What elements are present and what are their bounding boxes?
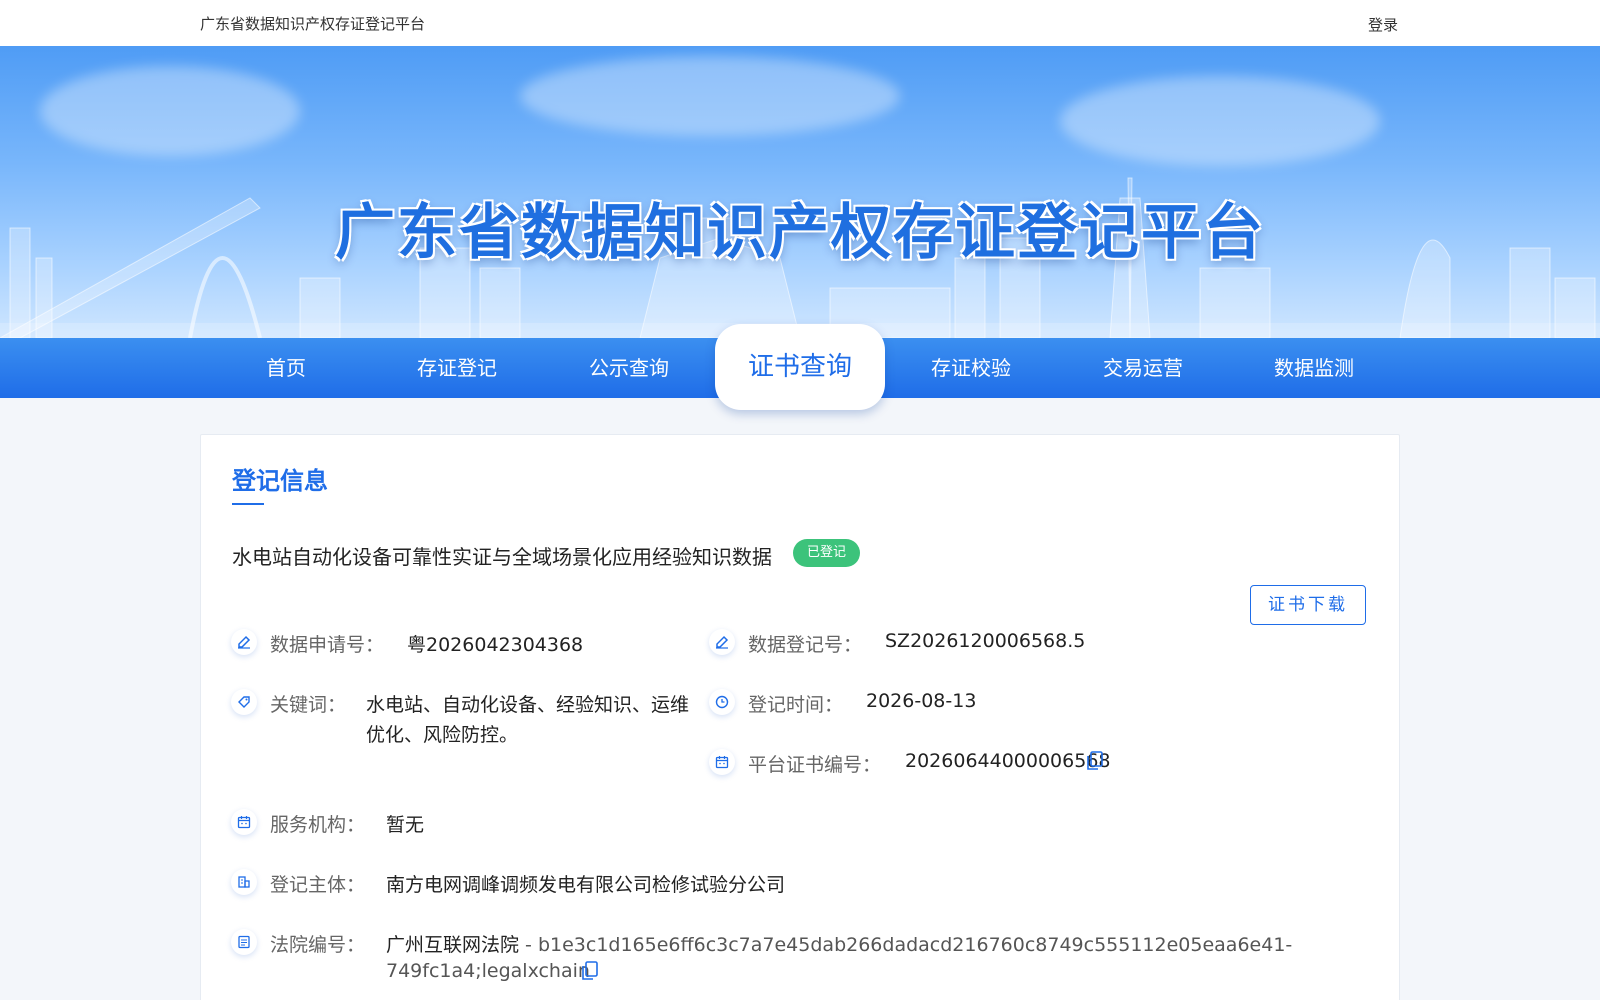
nav-item-certificate-query[interactable]: 证书查询 (715, 324, 885, 410)
field-value: 粤2026042304368 (407, 634, 584, 656)
field-label: 数据申请号： (270, 634, 385, 656)
field-value: 暂无 (386, 814, 425, 836)
nav-item-deposit-registration[interactable]: 存证登记 (387, 338, 527, 398)
field-cert-no: 平台证书编号： 20260644000006568 (709, 749, 1189, 779)
field-label: 登记主体： (270, 874, 366, 896)
court-hash: - b1e3c1d165e6ff6c3c7a7e45dab266dadacd21… (519, 934, 1293, 956)
site-name: 广东省数据知识产权存证登记平台 (200, 15, 426, 33)
nav-item-public-query[interactable]: 公示查询 (559, 338, 699, 398)
field-service-org: 服务机构： 暂无 (231, 809, 691, 839)
field-value: 2026-08-13 (866, 690, 977, 712)
banner-title: 广东省数据知识产权存证登记平台 (335, 198, 1265, 268)
court-name: 广州互联网法院 (386, 934, 520, 956)
field-value-line2: 749fc1a4;legalxchain (386, 960, 590, 982)
field-value: SZ2026120006568.5 (885, 630, 1086, 652)
nav-item-home[interactable]: 首页 (216, 338, 356, 398)
field-subject: 登记主体： 南方电网调峰调频发电有限公司检修试验分公司 (231, 869, 931, 899)
main-nav: 首页 存证登记 公示查询 证书查询 存证校验 交易运营 数据监测 (0, 324, 1600, 410)
field-label: 数据登记号： (748, 634, 863, 656)
field-value-line1: 广州互联网法院 - b1e3c1d165e6ff6c3c7a7e45dab266… (386, 930, 1292, 957)
clock-icon (709, 689, 735, 715)
field-register-time: 登记时间： 2026-08-13 (709, 689, 1189, 719)
data-title: 水电站自动化设备可靠性实证与全域场景化应用经验知识数据 (232, 545, 772, 569)
calendar-icon (709, 749, 735, 775)
nav-item-data-monitoring[interactable]: 数据监测 (1244, 338, 1384, 398)
edit-icon (231, 629, 257, 655)
copy-icon[interactable] (581, 961, 599, 986)
hero-banner: 广东省数据知识产权存证登记平台 (0, 46, 1600, 338)
field-value-line1: 水电站、自动化设备、经验知识、运维 (366, 694, 690, 716)
nav-item-deposit-verification[interactable]: 存证校验 (901, 338, 1041, 398)
tag-icon (231, 689, 257, 715)
certificate-download-button[interactable]: 证书下载 (1250, 585, 1366, 625)
field-value: 20260644000006568 (905, 750, 1111, 772)
top-bar: 广东省数据知识产权存证登记平台 登录 (0, 0, 1600, 46)
card-title: 登记信息 (232, 467, 328, 495)
copy-icon[interactable] (1086, 751, 1104, 776)
title-underline (232, 503, 264, 505)
field-application-no: 数据申请号： 粤2026042304368 (231, 629, 691, 659)
field-value-line2: 优化、风险防控。 (366, 724, 519, 746)
building-icon (231, 869, 257, 895)
field-value: 南方电网调峰调频发电有限公司检修试验分公司 (386, 874, 786, 896)
login-link[interactable]: 登录 (1368, 14, 1398, 35)
field-label: 关键词： (270, 694, 347, 716)
nav-item-trading-operation[interactable]: 交易运营 (1073, 338, 1213, 398)
status-badge: 已登记 (793, 539, 861, 567)
field-label: 法院编号： (270, 934, 366, 956)
calendar-icon (231, 809, 257, 835)
cloud-decoration (520, 56, 900, 136)
document-icon (231, 929, 257, 955)
field-label: 登记时间： (748, 694, 844, 716)
registration-info-card: 登记信息 水电站自动化设备可靠性实证与全域场景化应用经验知识数据 已登记 证书下… (200, 434, 1400, 1000)
field-court-no: 法院编号： 广州互联网法院 - b1e3c1d165e6ff6c3c7a7e45… (231, 929, 1292, 989)
field-label: 平台证书编号： (748, 754, 882, 776)
edit-icon (709, 629, 735, 655)
field-label: 服务机构： (270, 814, 366, 836)
field-keywords: 关键词： 水电站、自动化设备、经验知识、运维 优化、风险防控。 (231, 689, 701, 749)
field-registration-no: 数据登记号： SZ2026120006568.5 (709, 629, 1189, 659)
